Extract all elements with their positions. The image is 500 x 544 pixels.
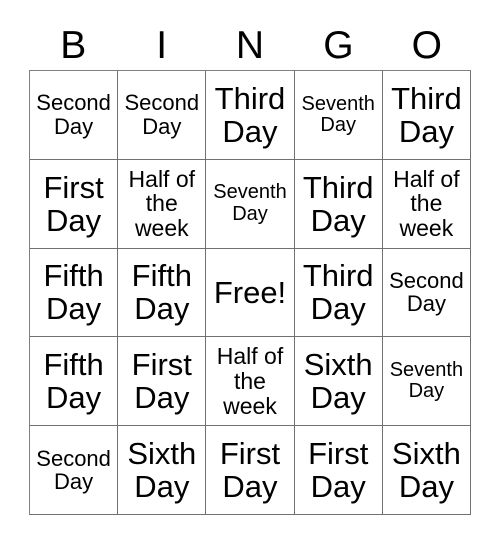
bingo-cell-r2c1[interactable]: First Day: [30, 159, 119, 249]
bingo-header-letter-o: O: [411, 23, 442, 67]
bingo-cell-label: Second Day: [36, 445, 111, 495]
bingo-cell-r5c3[interactable]: First Day: [206, 426, 295, 515]
bingo-cell-r2c4[interactable]: Third Day: [294, 159, 383, 249]
bingo-cell-label: First Day: [131, 347, 192, 416]
bingo-cell-label: Sixth Day: [127, 435, 197, 505]
bingo-cell-label: Fifth Day: [43, 347, 104, 416]
bingo-cell-r1c2[interactable]: Second Day: [118, 71, 207, 160]
bingo-cell-label: Second Day: [389, 267, 464, 317]
bingo-free-space-label: Free!: [213, 274, 287, 310]
bingo-cell-label: Seventh Day: [389, 358, 464, 403]
bingo-cell-r5c2[interactable]: Sixth Day: [118, 426, 207, 515]
bingo-cell-r4c4[interactable]: Sixth Day: [294, 337, 383, 427]
bingo-header-letter-n: N: [235, 23, 265, 67]
bingo-cell-r5c4[interactable]: First Day: [294, 426, 383, 515]
bingo-cell-r5c1[interactable]: Second Day: [30, 426, 119, 515]
bingo-cell-r3c4[interactable]: Third Day: [294, 248, 383, 338]
bingo-header-letter-b: B: [60, 23, 87, 67]
bingo-cell-label: Half of the week: [216, 343, 284, 419]
bingo-cell-r4c3[interactable]: Half of the week: [206, 337, 295, 427]
bingo-cell-label: First Day: [219, 435, 281, 505]
bingo-cell-r2c3[interactable]: Seventh Day: [206, 159, 295, 249]
bingo-header-letter-g: G: [323, 23, 354, 67]
bingo-cell-r5c5[interactable]: Sixth Day: [382, 426, 471, 515]
bingo-cell-label: Fifth Day: [131, 258, 192, 327]
bingo-cell-r3c5[interactable]: Second Day: [382, 248, 471, 338]
bingo-grid: Second Day Second Day Third Day Seventh …: [29, 70, 471, 515]
bingo-cell-r3c1[interactable]: Fifth Day: [30, 248, 119, 338]
bingo-cell-label: Half of the week: [128, 165, 196, 241]
bingo-cell-label: Third Day: [302, 258, 374, 327]
bingo-cell-r3c2[interactable]: Fifth Day: [118, 248, 207, 338]
bingo-header-letter-i: I: [156, 23, 168, 67]
bingo-cell-label: Third Day: [214, 80, 286, 149]
bingo-cell-label: Fifth Day: [43, 258, 104, 327]
bingo-cell-r1c4[interactable]: Seventh Day: [294, 71, 383, 160]
bingo-cell-label: Seventh Day: [213, 181, 287, 225]
bingo-card: B I N G O Second Day Second Day Third Da…: [0, 0, 500, 544]
bingo-header-row: B I N G O: [29, 20, 471, 70]
bingo-cell-r4c2[interactable]: First Day: [118, 337, 207, 427]
bingo-cell-label: First Day: [308, 435, 369, 505]
bingo-cell-label: Seventh Day: [301, 92, 375, 136]
bingo-cell-label: Second Day: [124, 90, 200, 139]
bingo-cell-r2c2[interactable]: Half of the week: [118, 159, 207, 249]
bingo-cell-r4c1[interactable]: Fifth Day: [30, 337, 119, 427]
bingo-cell-label: Sixth Day: [391, 435, 461, 505]
bingo-cell-label: Third Day: [302, 169, 374, 238]
bingo-cell-r2c5[interactable]: Half of the week: [382, 159, 471, 249]
bingo-cell-label: Half of the week: [393, 165, 460, 241]
bingo-cell-label: Third Day: [391, 80, 462, 149]
bingo-cell-r4c5[interactable]: Seventh Day: [382, 337, 471, 427]
bingo-cell-label: First Day: [43, 169, 104, 238]
bingo-cell-r1c5[interactable]: Third Day: [382, 71, 471, 160]
bingo-cell-r1c3[interactable]: Third Day: [206, 71, 295, 160]
bingo-cell-label: Sixth Day: [303, 347, 373, 416]
bingo-cell-label: Second Day: [36, 90, 111, 139]
bingo-cell-free-space[interactable]: Free!: [206, 248, 295, 338]
bingo-cell-r1c1[interactable]: Second Day: [30, 71, 119, 160]
